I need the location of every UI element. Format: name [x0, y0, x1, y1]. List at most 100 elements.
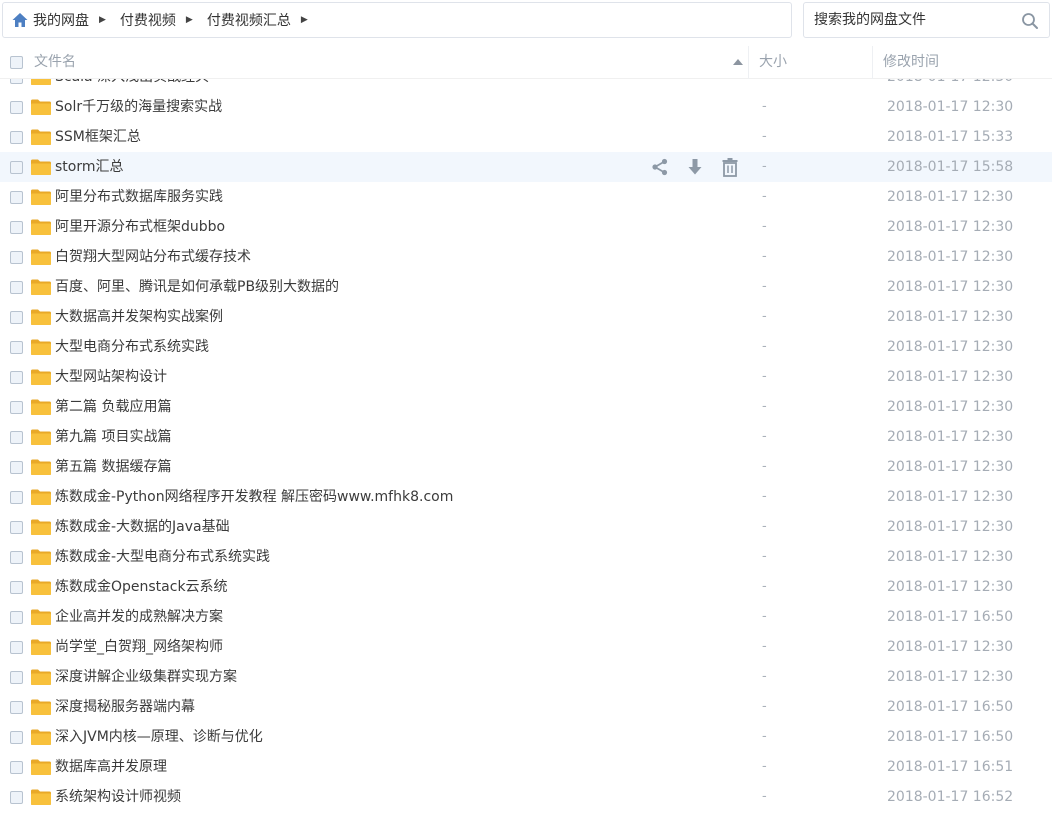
table-row[interactable]: 第二篇 负载应用篇 - 2018-01-17 12:30: [0, 392, 1052, 422]
table-row[interactable]: 深度揭秘服务器端内幕 - 2018-01-17 16:50: [0, 692, 1052, 722]
download-icon[interactable]: [685, 157, 705, 177]
folder-icon: [31, 279, 51, 295]
folder-icon: [31, 189, 51, 205]
row-checkbox[interactable]: [10, 221, 23, 234]
file-modified-time: 2018-01-17 16:50: [887, 699, 1014, 715]
file-name[interactable]: 炼数成金-大数据的Java基础: [55, 512, 230, 542]
file-name[interactable]: 数据库高并发原理: [55, 752, 167, 782]
table-row[interactable]: 炼数成金-大数据的Java基础 - 2018-01-17 12:30: [0, 512, 1052, 542]
column-header-name[interactable]: 文件名: [0, 46, 748, 79]
file-name[interactable]: Solr千万级的海量搜索实战: [55, 92, 222, 122]
file-name[interactable]: 第二篇 负载应用篇: [55, 392, 171, 422]
file-name[interactable]: storm汇总: [55, 152, 124, 182]
file-name[interactable]: 深入JVM内核—原理、诊断与优化: [55, 722, 263, 752]
row-checkbox[interactable]: [10, 281, 23, 294]
sort-asc-icon: [733, 59, 743, 65]
table-row[interactable]: 大数据高并发架构实战案例 - 2018-01-17 12:30: [0, 302, 1052, 332]
table-row[interactable]: 炼数成金Openstack云系统 - 2018-01-17 12:30: [0, 572, 1052, 602]
table-row[interactable]: 尚学堂_白贺翔_网络架构师 - 2018-01-17 12:30: [0, 632, 1052, 662]
table-row[interactable]: 阿里分布式数据库服务实践 - 2018-01-17 12:30: [0, 182, 1052, 212]
row-checkbox[interactable]: [10, 791, 23, 804]
row-checkbox[interactable]: [10, 131, 23, 144]
folder-icon: [31, 249, 51, 265]
row-checkbox[interactable]: [10, 461, 23, 474]
table-row[interactable]: 第九篇 项目实战篇 - 2018-01-17 12:30: [0, 422, 1052, 452]
file-name[interactable]: SSM框架汇总: [55, 122, 141, 152]
breadcrumb-item-paid-video[interactable]: 付费视频 ▶: [120, 10, 207, 30]
file-name[interactable]: 系统架构设计师视频: [55, 782, 181, 812]
row-checkbox[interactable]: [10, 341, 23, 354]
table-row[interactable]: 白贺翔大型网站分布式缓存技术 - 2018-01-17 12:30: [0, 242, 1052, 272]
row-checkbox[interactable]: [10, 161, 23, 174]
row-checkbox[interactable]: [10, 401, 23, 414]
file-name[interactable]: 炼数成金-大型电商分布式系统实践: [55, 542, 270, 572]
file-name[interactable]: 深度讲解企业级集群实现方案: [55, 662, 237, 692]
breadcrumb-item-summary[interactable]: 付费视频汇总 ▶: [207, 10, 322, 30]
table-row[interactable]: 百度、阿里、腾讯是如何承载PB级别大数据的 - 2018-01-17 12:30: [0, 272, 1052, 302]
file-name[interactable]: 大型网站架构设计: [55, 362, 167, 392]
file-name[interactable]: Scala 深入浅出实战经典: [55, 79, 209, 92]
row-checkbox[interactable]: [10, 491, 23, 504]
table-row[interactable]: Scala 深入浅出实战经典 - 2018-01-17 12:30: [0, 79, 1052, 92]
table-row[interactable]: 深度讲解企业级集群实现方案 - 2018-01-17 12:30: [0, 662, 1052, 692]
file-name[interactable]: 大型电商分布式系统实践: [55, 332, 209, 362]
folder-icon: [31, 489, 51, 505]
file-size: -: [762, 549, 767, 564]
file-name[interactable]: 尚学堂_白贺翔_网络架构师: [55, 632, 223, 662]
row-checkbox[interactable]: [10, 431, 23, 444]
file-name[interactable]: 大数据高并发架构实战案例: [55, 302, 223, 332]
file-name[interactable]: 企业高并发的成熟解决方案: [55, 602, 223, 632]
table-row[interactable]: 数据库高并发原理 - 2018-01-17 16:51: [0, 752, 1052, 782]
row-checkbox[interactable]: [10, 251, 23, 264]
file-name[interactable]: 炼数成金-Python网络程序开发教程 解压密码www.mfhk8.com: [55, 482, 453, 512]
file-name[interactable]: 白贺翔大型网站分布式缓存技术: [55, 242, 251, 272]
file-modified-time: 2018-01-17 12:30: [887, 669, 1014, 685]
delete-icon[interactable]: [720, 157, 740, 177]
table-row[interactable]: 大型电商分布式系统实践 - 2018-01-17 12:30: [0, 332, 1052, 362]
table-row[interactable]: 企业高并发的成熟解决方案 - 2018-01-17 16:50: [0, 602, 1052, 632]
column-header-size[interactable]: 大小: [748, 46, 872, 79]
row-checkbox[interactable]: [10, 79, 23, 84]
row-checkbox[interactable]: [10, 371, 23, 384]
search-icon[interactable]: [1021, 12, 1039, 30]
file-name[interactable]: 阿里分布式数据库服务实践: [55, 182, 223, 212]
row-checkbox[interactable]: [10, 311, 23, 324]
table-row[interactable]: storm汇总 - 2018-01-17 15:58: [0, 152, 1052, 182]
table-row[interactable]: 炼数成金-Python网络程序开发教程 解压密码www.mfhk8.com - 20…: [0, 482, 1052, 512]
column-header-label: 修改时间: [883, 54, 939, 70]
file-modified-time: 2018-01-17 12:30: [887, 99, 1014, 115]
table-row[interactable]: 第五篇 数据缓存篇 - 2018-01-17 12:30: [0, 452, 1052, 482]
file-modified-time: 2018-01-17 12:30: [887, 549, 1014, 565]
file-size: -: [762, 79, 767, 92]
row-checkbox[interactable]: [10, 581, 23, 594]
table-row[interactable]: 系统架构设计师视频 - 2018-01-17 16:52: [0, 782, 1052, 812]
share-icon[interactable]: [650, 157, 670, 177]
table-row[interactable]: 深入JVM内核—原理、诊断与优化 - 2018-01-17 16:50: [0, 722, 1052, 752]
row-checkbox[interactable]: [10, 701, 23, 714]
table-row[interactable]: 阿里开源分布式框架dubbo - 2018-01-17 12:30: [0, 212, 1052, 242]
table-row[interactable]: Solr千万级的海量搜索实战 - 2018-01-17 12:30: [0, 92, 1052, 122]
breadcrumb-home[interactable]: 我的网盘 ▶: [11, 10, 120, 30]
file-modified-time: 2018-01-17 16:50: [887, 609, 1014, 625]
row-checkbox[interactable]: [10, 191, 23, 204]
column-header-time[interactable]: 修改时间: [872, 46, 1044, 79]
row-checkbox[interactable]: [10, 611, 23, 624]
file-name[interactable]: 第九篇 项目实战篇: [55, 422, 171, 452]
row-checkbox[interactable]: [10, 551, 23, 564]
file-name[interactable]: 炼数成金Openstack云系统: [55, 572, 228, 602]
search-input[interactable]: [812, 11, 1016, 29]
file-name[interactable]: 第五篇 数据缓存篇: [55, 452, 171, 482]
table-row[interactable]: 炼数成金-大型电商分布式系统实践 - 2018-01-17 12:30: [0, 542, 1052, 572]
table-row[interactable]: SSM框架汇总 - 2018-01-17 15:33: [0, 122, 1052, 152]
row-checkbox[interactable]: [10, 521, 23, 534]
file-size: -: [762, 759, 767, 774]
file-name[interactable]: 深度揭秘服务器端内幕: [55, 692, 195, 722]
file-name[interactable]: 百度、阿里、腾讯是如何承载PB级别大数据的: [55, 272, 339, 302]
file-name[interactable]: 阿里开源分布式框架dubbo: [55, 212, 225, 242]
row-checkbox[interactable]: [10, 671, 23, 684]
row-checkbox[interactable]: [10, 641, 23, 654]
row-checkbox[interactable]: [10, 761, 23, 774]
row-checkbox[interactable]: [10, 101, 23, 114]
table-row[interactable]: 大型网站架构设计 - 2018-01-17 12:30: [0, 362, 1052, 392]
row-checkbox[interactable]: [10, 731, 23, 744]
